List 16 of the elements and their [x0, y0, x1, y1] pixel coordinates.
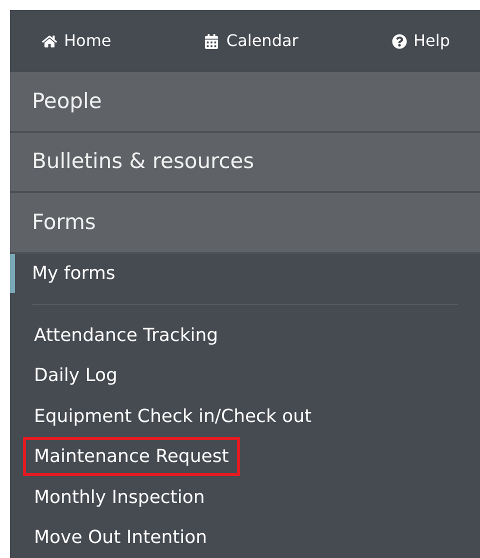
section-header[interactable]: Bulletins & resources [10, 132, 480, 194]
help-icon [392, 34, 407, 49]
section-header[interactable]: People [10, 72, 480, 133]
nav-link[interactable]: Help [392, 29, 450, 54]
form-link[interactable]: Attendance Tracking [23, 316, 230, 355]
nav-link[interactable]: Calendar [204, 29, 298, 54]
form-link[interactable]: Maintenance Request [23, 437, 240, 476]
nav-link[interactable]: Home [42, 29, 112, 54]
my-forms-item[interactable]: My forms [10, 254, 480, 293]
section-header[interactable]: Forms [10, 193, 480, 254]
calendar-icon [204, 34, 220, 49]
form-link[interactable]: Monthly Inspection [23, 478, 216, 517]
form-link[interactable]: Move Out Intention [23, 518, 218, 558]
home-icon [42, 34, 57, 49]
form-link[interactable]: Daily Log [23, 356, 128, 396]
form-link[interactable]: Equipment Check in/Check out [23, 396, 323, 436]
